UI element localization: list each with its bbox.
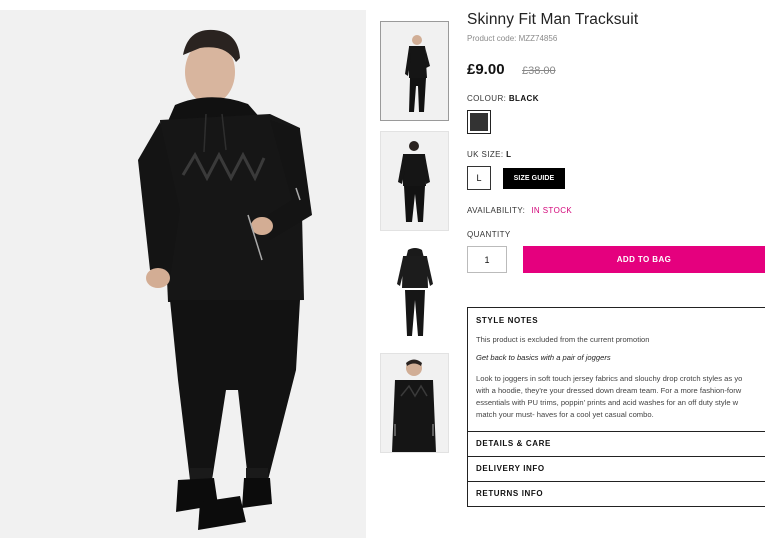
size-label-row: UK SIZE: L [467,150,511,159]
add-to-bag-button[interactable]: ADD TO BAG [523,246,765,273]
size-label: UK SIZE: [467,150,504,159]
description-line: with a hoodie, they're your dressed down… [476,386,742,395]
quantity-label: QUANTITY [467,230,511,239]
product-thumbnail-3[interactable] [380,243,449,343]
colour-label-row: COLOUR: BLACK [467,94,539,103]
delivery-info-section[interactable]: DELIVERY INFO [468,456,765,481]
description-line: match your must- haves for a cool yet ca… [476,410,654,419]
product-thumbnail-1[interactable] [380,21,449,121]
details-care-heading[interactable]: DETAILS & CARE [468,432,765,456]
size-value: L [506,150,512,159]
size-guide-button[interactable]: SIZE GUIDE [503,168,565,189]
description-line: essentials with PU trims, poppin' prints… [476,398,739,407]
swatch-fill [470,113,488,131]
product-title: Skinny Fit Man Tracksuit [467,11,639,28]
delivery-info-heading[interactable]: DELIVERY INFO [468,457,765,481]
returns-info-section[interactable]: RETURNS INFO [468,481,765,506]
returns-info-heading[interactable]: RETURNS INFO [468,482,765,506]
availability-label: AVAILABILITY: [467,206,526,215]
style-notes-body: This product is excluded from the curren… [468,334,765,431]
original-price: £38.00 [522,65,556,77]
colour-label: COLOUR: [467,94,507,103]
main-product-image[interactable] [0,10,366,538]
style-tagline: Get back to basics with a pair of jogger… [476,353,611,362]
availability-row: AVAILABILITY: IN STOCK [467,206,572,215]
colour-swatch-black[interactable] [467,110,491,134]
quantity-input[interactable]: 1 [467,246,507,273]
product-thumbnail-4[interactable] [380,353,449,453]
details-care-section[interactable]: DETAILS & CARE [468,431,765,456]
product-code: Product code: MZZ74856 [467,34,558,43]
stock-status: IN STOCK [531,206,573,215]
current-price: £9.00 [467,61,505,78]
description-line: Look to joggers in soft touch jersey fab… [476,374,743,383]
size-option-l[interactable]: L [467,166,491,190]
style-notes-section: STYLE NOTES This product is excluded fro… [468,308,765,431]
product-info-accordion: STYLE NOTES This product is excluded fro… [467,307,765,507]
colour-value: BLACK [508,94,539,103]
style-notes-heading[interactable]: STYLE NOTES [468,308,765,334]
promo-note: This product is excluded from the curren… [476,335,650,344]
product-thumbnail-2[interactable] [380,131,449,231]
